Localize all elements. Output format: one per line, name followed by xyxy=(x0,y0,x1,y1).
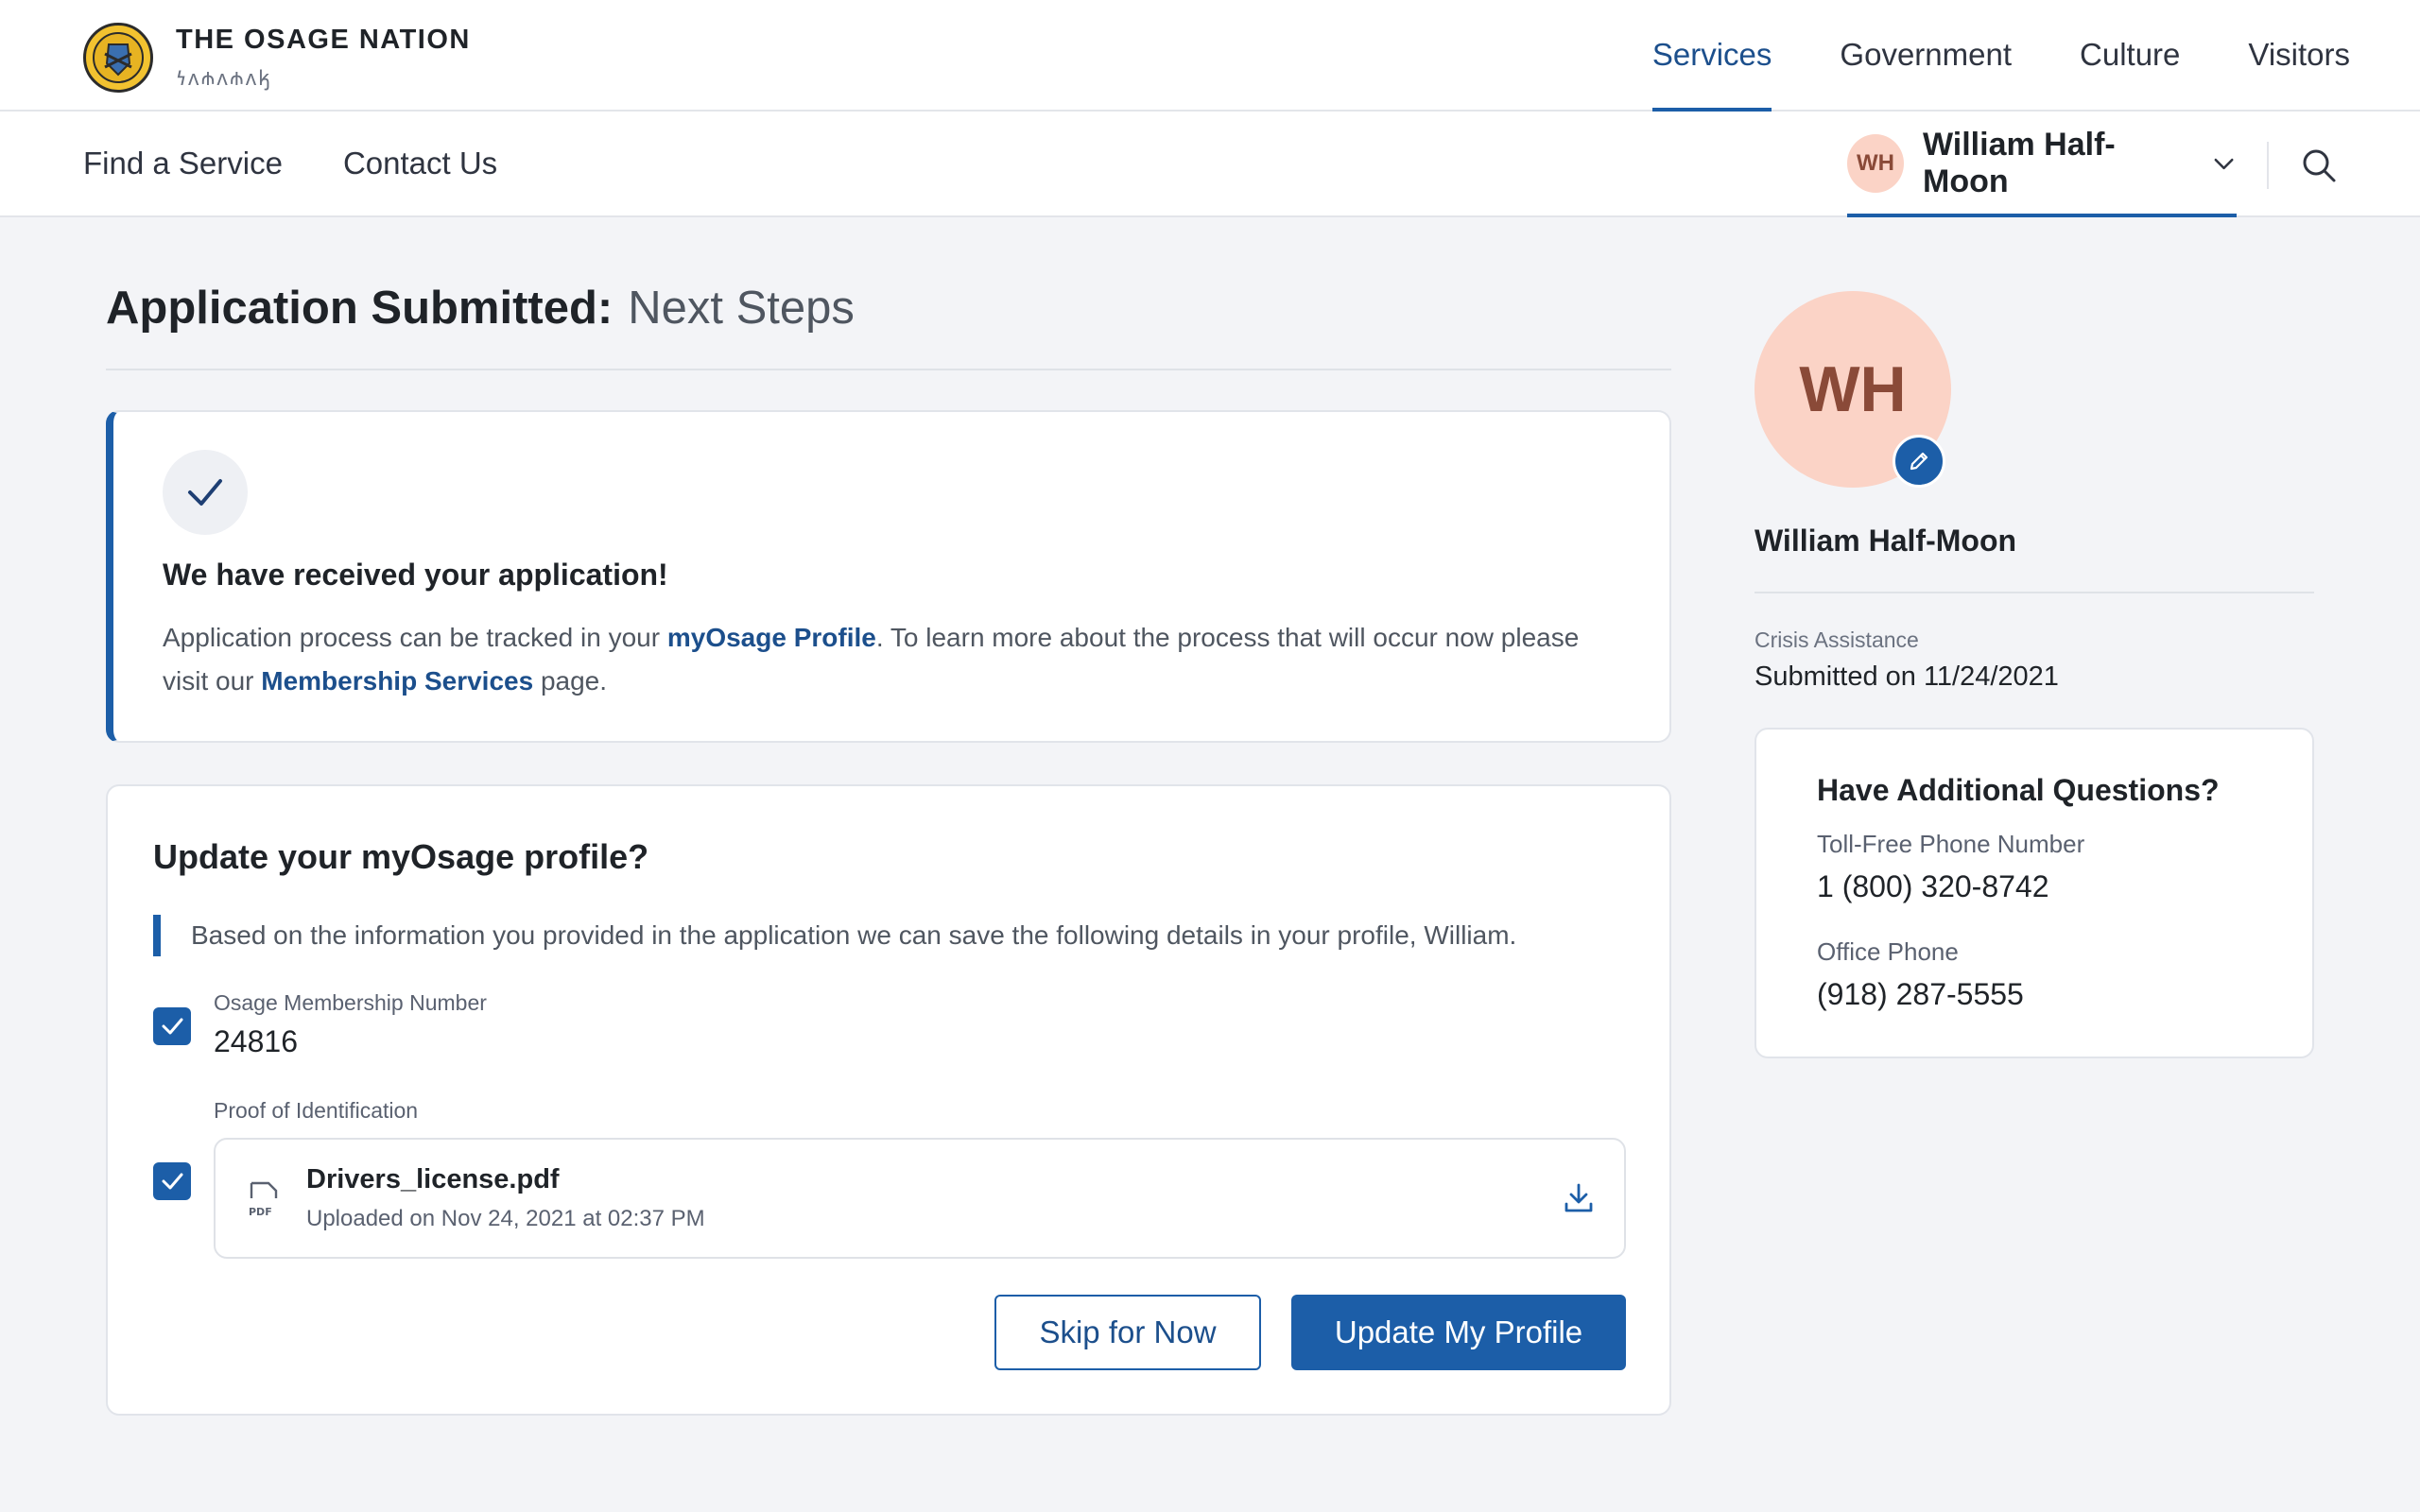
main-nav: Services Government Culture Visitors xyxy=(1584,0,2350,112)
notice-text: Application process can be tracked in yo… xyxy=(163,623,667,652)
office-phone-label: Office Phone xyxy=(1817,937,1959,966)
nav-visitors[interactable]: Visitors xyxy=(2248,0,2350,110)
chevron-down-icon xyxy=(2214,158,2234,170)
file-upload-date: Uploaded on Nov 24, 2021 at 02:37 PM xyxy=(306,1206,705,1231)
search-icon xyxy=(2303,149,2336,182)
divider xyxy=(1754,592,2314,593)
user-name: William Half-Moon xyxy=(1923,127,2116,199)
nav-find-a-service[interactable]: Find a Service xyxy=(83,146,283,181)
questions-card: Have Additional Questions? Toll-Free Pho… xyxy=(1754,728,2314,1058)
profile-update-note: Based on the information you provided in… xyxy=(153,915,1516,956)
notice-title: We have received your application! xyxy=(163,558,668,592)
search-button[interactable] xyxy=(2299,146,2339,185)
page-subtitle: Next Steps xyxy=(628,283,855,334)
file-name: Drivers_license.pdf xyxy=(306,1164,560,1194)
myosage-profile-link[interactable]: myOsage Profile xyxy=(667,623,876,652)
proof-of-id-label: Proof of Identification xyxy=(214,1098,419,1123)
confirmation-notice: We have received your application! Appli… xyxy=(106,410,1671,743)
check-circle xyxy=(163,450,248,535)
brand[interactable]: THE OSAGE NATION 𐓏𐓘𐓸𐓘𐓸𐓘𐓤 xyxy=(83,23,471,93)
skip-for-now-button[interactable]: Skip for Now xyxy=(994,1295,1261,1370)
tollfree-label: Toll-Free Phone Number xyxy=(1817,830,2085,858)
avatar: WH xyxy=(1847,134,1904,193)
nav-government[interactable]: Government xyxy=(1840,0,2012,110)
download-icon[interactable] xyxy=(1562,1181,1596,1215)
profile-update-title: Update your myOsage profile? xyxy=(153,837,649,876)
pencil-icon xyxy=(1910,452,1928,471)
pdf-file-icon: PDF xyxy=(249,1181,278,1218)
proof-of-id-checkbox[interactable] xyxy=(153,1162,191,1200)
update-my-profile-button[interactable]: Update My Profile xyxy=(1291,1295,1626,1370)
nav-contact-us[interactable]: Contact Us xyxy=(343,146,497,181)
divider xyxy=(2267,142,2269,189)
page-heading: Application Submitted: Next Steps xyxy=(106,282,1671,370)
submission-date: Submitted on 11/24/2021 xyxy=(1754,662,2059,692)
profile-update-card: Update your myOsage profile? Based on th… xyxy=(106,784,1671,1416)
nav-services[interactable]: Services xyxy=(1651,0,1772,112)
nav-culture[interactable]: Culture xyxy=(2080,0,2180,110)
office-phone[interactable]: (918) 287-5555 xyxy=(1817,977,2024,1012)
sub-header: Find a Service Contact Us WH William Hal… xyxy=(0,112,2420,217)
edit-avatar-button[interactable] xyxy=(1893,435,1945,488)
notice-body: Application process can be tracked in yo… xyxy=(163,616,1618,703)
membership-number-checkbox[interactable] xyxy=(153,1007,191,1045)
membership-services-link[interactable]: Membership Services xyxy=(261,666,533,696)
membership-number-value: 24816 xyxy=(214,1024,298,1058)
tollfree-phone[interactable]: 1 (800) 320-8742 xyxy=(1817,869,2049,904)
membership-number-label: Osage Membership Number xyxy=(214,990,487,1015)
application-type: Crisis Assistance xyxy=(1754,627,1919,652)
user-menu[interactable]: WH William Half-Moon xyxy=(1847,112,2237,217)
checkmark-icon xyxy=(162,1018,183,1035)
questions-title: Have Additional Questions? xyxy=(1817,773,2220,807)
sub-nav: Find a Service Contact Us xyxy=(83,112,558,215)
brand-title: THE OSAGE NATION xyxy=(176,24,471,55)
file-attachment: PDF Drivers_license.pdf Uploaded on Nov … xyxy=(214,1138,1626,1259)
brand-subtitle: 𐓏𐓘𐓸𐓘𐓸𐓘𐓤 xyxy=(176,65,273,90)
checkmark-icon xyxy=(188,479,222,506)
pdf-badge-text: PDF xyxy=(249,1206,272,1218)
profile-name: William Half-Moon xyxy=(1754,524,2017,558)
top-header: THE OSAGE NATION 𐓏𐓘𐓸𐓘𐓸𐓘𐓤 Services Govern… xyxy=(0,0,2420,112)
notice-text: page. xyxy=(533,666,608,696)
page-title: Application Submitted: xyxy=(106,283,614,334)
osage-seal-logo xyxy=(83,23,153,93)
checkmark-icon xyxy=(162,1173,183,1190)
